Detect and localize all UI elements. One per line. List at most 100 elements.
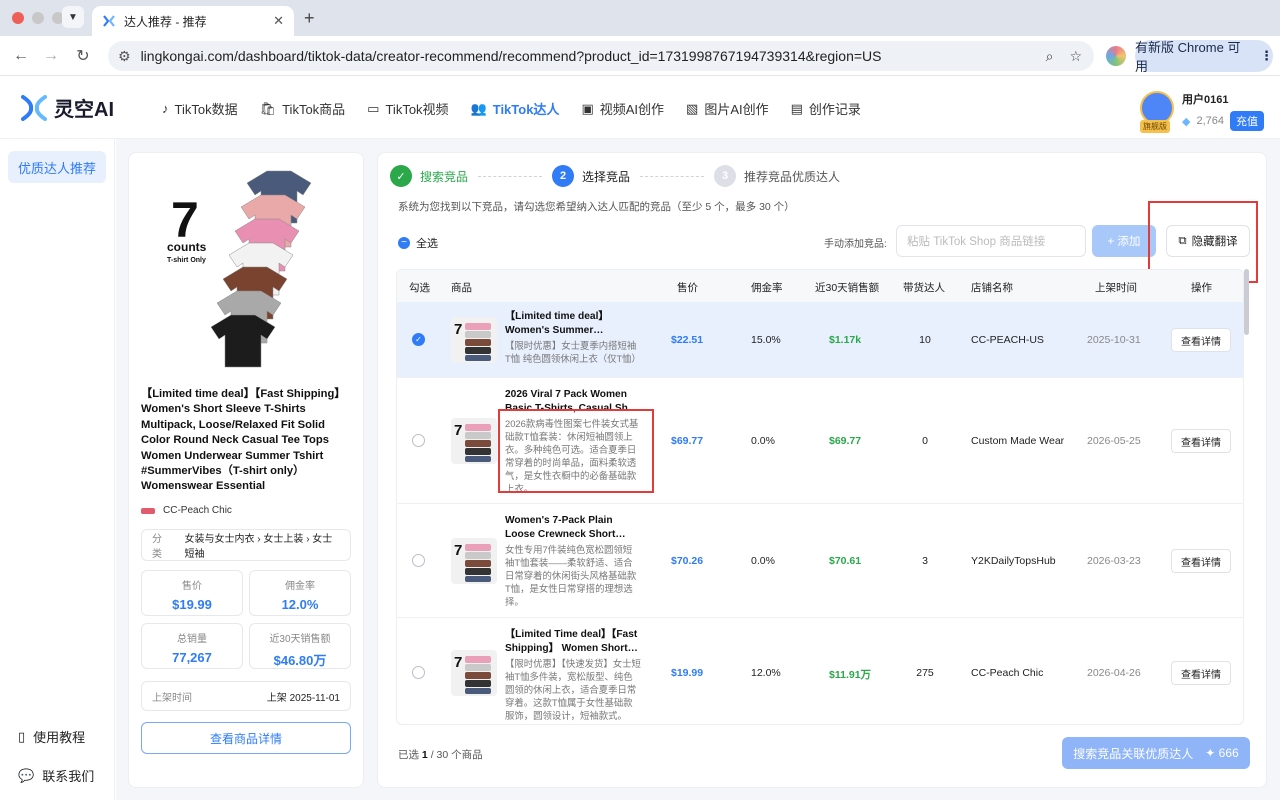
sidebar-item-contact[interactable]: 💬 联系我们 <box>18 766 94 785</box>
view-detail-button[interactable]: 查看详情 <box>1171 661 1231 685</box>
site-settings-icon[interactable]: ⚙ <box>118 48 131 65</box>
chrome-update-button[interactable]: 有新版 Chrome 可用 ⋮ <box>1135 40 1273 74</box>
category-label: 分类 <box>152 534 162 560</box>
category-value: 女装与女士内衣 › 女士上装 › 女士短袖 <box>184 534 333 560</box>
product-info[interactable]: 【Limited time deal】 Women's Summer… 【限时优惠… <box>505 310 641 365</box>
category-box: 分类 女装与女士内衣 › 女士上装 › 女士短袖 <box>141 529 351 561</box>
product-link-input[interactable]: 粘贴 TikTok Shop 商品链接 <box>896 225 1086 257</box>
nav-tiktok-creators[interactable]: 👥 TikTok达人 <box>471 99 560 118</box>
creators-cell: 275 <box>916 667 934 679</box>
svg-text:7: 7 <box>454 654 462 671</box>
book-icon: ▯ <box>18 728 26 744</box>
col-action: 操作 <box>1191 282 1212 294</box>
bookmark-star-icon[interactable]: ☆ <box>1069 48 1082 65</box>
stat-value: $46.80万 <box>273 653 327 668</box>
stat-label: 近30天销售额 <box>269 634 331 645</box>
user-avatar[interactable]: 旗舰版 <box>1140 91 1174 133</box>
new-tab-icon[interactable]: + <box>304 8 315 29</box>
date-cell: 2026-04-26 <box>1087 667 1141 679</box>
product-translation: 女性专用7件装纯色宽松圆领短袖T恤套装——柔软舒适、适合日常穿着的休闲街头风格基… <box>505 544 637 607</box>
search-creators-button[interactable]: 搜索竞品关联优质达人 ✦ 666 <box>1062 737 1250 769</box>
table-row[interactable]: 7 Women's 7-Pack Plain Loose Crewneck Sho… <box>397 504 1243 618</box>
nav-tiktok-data[interactable]: ♪ TikTok数据 <box>162 99 238 118</box>
row-checkbox[interactable] <box>412 434 425 447</box>
competitor-table: 勾选 商品 售价 佣金率 近30天销售额 带货达人 店铺名称 上架时间 操作 ✓… <box>396 269 1244 725</box>
col-sales30: 近30天销售额 <box>815 282 880 294</box>
col-shop: 店铺名称 <box>971 282 1013 294</box>
chevron-down-icon: ▼ <box>68 11 78 23</box>
nav-label: 创作记录 <box>808 102 861 117</box>
price-cell: $69.77 <box>671 435 704 447</box>
product-info[interactable]: Women's 7-Pack Plain Loose Crewneck Shor… <box>505 514 641 608</box>
empty-circle-icon <box>412 434 425 447</box>
tab-search-button[interactable]: ▼ <box>62 6 84 28</box>
view-detail-button[interactable]: 查看详情 <box>1171 328 1231 352</box>
step-done-icon: ✓ <box>390 165 412 187</box>
product-name: 【Limited Time deal】【Fast Shipping】 Women… <box>505 629 638 654</box>
nav-video-ai[interactable]: ▣ 视频AI创作 <box>581 99 664 118</box>
table-row[interactable]: 7 【Limited Time deal】【Fast Shipping】 Wome… <box>397 618 1243 724</box>
browser-toolbar: ← → ↻ ⚙ lingkongai.com/dashboard/tiktok-… <box>0 36 1280 76</box>
user-panel[interactable]: 旗舰版 用户0161 ◆ 2,764 充值 <box>1140 91 1264 133</box>
diamond-icon: ◆ <box>1182 115 1191 128</box>
browser-tab-bar: ▼ 达人推荐 - 推荐 ✕ + <box>0 0 1280 36</box>
tiktok-icon: ♪ <box>162 101 169 116</box>
product-info[interactable]: 【Limited Time deal】【Fast Shipping】 Women… <box>505 628 641 722</box>
row-checkbox[interactable] <box>412 554 425 567</box>
product-thumbnail[interactable]: 7 <box>451 538 497 584</box>
view-detail-button[interactable]: 查看详情 <box>1171 429 1231 453</box>
stat-label: 佣金率 <box>285 581 315 592</box>
svg-text:7: 7 <box>454 542 462 559</box>
zoom-icon[interactable]: ⌕ <box>1046 48 1054 65</box>
minimize-window-icon[interactable] <box>32 12 44 24</box>
product-thumbnail[interactable]: 7 <box>451 418 497 464</box>
commission-cell: 12.0% <box>751 667 781 679</box>
address-bar[interactable]: ⚙ lingkongai.com/dashboard/tiktok-data/c… <box>108 41 1094 71</box>
commission-cell: 15.0% <box>751 334 781 346</box>
nav-image-ai[interactable]: ▧ 图片AI创作 <box>686 99 769 118</box>
stat-label: 售价 <box>182 581 202 592</box>
close-window-icon[interactable] <box>12 12 24 24</box>
logo[interactable]: 灵空AI <box>20 93 114 122</box>
table-row[interactable]: ✓ 7 【Limited time deal】 Women's Summer… 【限时… <box>397 302 1243 378</box>
sidebar-item-tutorial[interactable]: ▯ 使用教程 <box>18 727 85 746</box>
product-card: 7 counts T-shirt Only 【Limited time deal… <box>128 152 364 788</box>
view-detail-button[interactable]: 查看详情 <box>1171 549 1231 573</box>
view-product-detail-button[interactable]: 查看商品详情 <box>141 722 351 754</box>
close-tab-icon[interactable]: ✕ <box>273 13 284 29</box>
nav-tiktok-videos[interactable]: ▭ TikTok视频 <box>367 99 448 118</box>
row-checkbox[interactable] <box>412 666 425 679</box>
product-title: 【Limited time deal】【Fast Shipping】Women'… <box>141 388 346 493</box>
row-checkbox[interactable]: ✓ <box>412 333 425 346</box>
select-all-toggle[interactable]: − 全选 <box>398 235 438 251</box>
browser-tab[interactable]: 达人推荐 - 推荐 ✕ <box>92 6 294 36</box>
recharge-button[interactable]: 充值 <box>1230 111 1264 131</box>
video-ai-icon: ▣ <box>581 100 594 116</box>
table-scrollbar[interactable] <box>1244 269 1249 335</box>
favicon-icon <box>102 14 116 28</box>
nav-tiktok-products[interactable]: 🛍 TikTok商品 <box>260 99 346 118</box>
check-circle-icon: ✓ <box>412 333 425 346</box>
product-thumbnail[interactable]: 7 <box>451 650 497 696</box>
nav-label: TikTok数据 <box>174 102 238 117</box>
selected-prefix: 已选 <box>398 749 419 761</box>
empty-circle-icon <box>412 554 425 567</box>
svg-text:7: 7 <box>454 422 462 439</box>
nav-label: 图片AI创作 <box>704 102 769 117</box>
back-arrow-icon[interactable]: ← <box>10 45 32 67</box>
commission-cell: 0.0% <box>751 555 775 567</box>
shop-info[interactable]: CC-Peach Chic <box>141 505 232 516</box>
selection-hint: 系统为您找到以下竞品，请勾选您希望纳入达人匹配的竞品（至少 5 个，最多 30 … <box>398 201 795 213</box>
commission-cell: 0.0% <box>751 435 775 447</box>
step-3-label: 推荐竞品优质达人 <box>744 169 841 184</box>
sidebar-item-creator-recommend[interactable]: 优质达人推荐 <box>8 151 106 183</box>
forward-arrow-icon[interactable]: → <box>40 45 62 67</box>
add-button[interactable]: + 添加 <box>1092 225 1156 257</box>
image-icon: ▧ <box>686 100 699 116</box>
reload-icon[interactable]: ↻ <box>72 45 94 67</box>
profile-avatar-icon[interactable] <box>1106 46 1126 66</box>
nav-history[interactable]: ▤ 创作记录 <box>791 99 861 118</box>
product-thumbnail[interactable]: 7 <box>451 317 497 363</box>
cost-badge: ✦ 666 <box>1205 746 1239 760</box>
empty-circle-icon <box>412 666 425 679</box>
